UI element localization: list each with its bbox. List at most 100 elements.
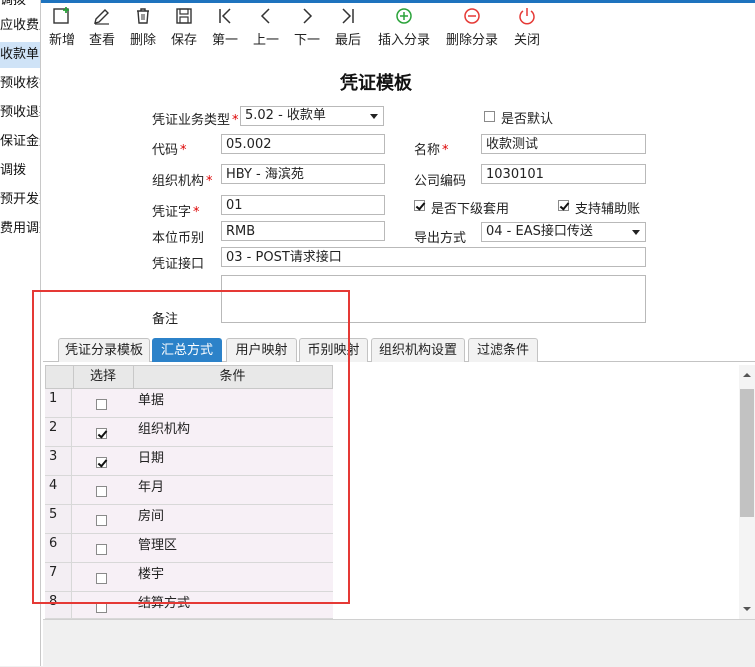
row-number: 5 — [45, 505, 72, 533]
business-type-select[interactable]: 5.02 - 收款单 — [240, 106, 384, 126]
row-number: 2 — [45, 418, 72, 446]
tab-currency-mapping[interactable]: 币别映射 — [299, 338, 368, 362]
remark-textarea[interactable] — [221, 275, 646, 323]
row-number: 3 — [45, 447, 72, 475]
trash-icon — [137, 8, 149, 24]
aux-account-checkbox[interactable] — [558, 200, 569, 211]
is-default-label: 是否默认 — [501, 112, 554, 127]
select-cell — [72, 476, 133, 504]
next-icon — [303, 8, 313, 24]
tab-user-mapping[interactable]: 用户映射 — [226, 338, 297, 362]
top-accent-bar — [41, 0, 755, 3]
table-row[interactable]: 4 年月 — [45, 476, 333, 505]
insert-entry-button[interactable]: 插入分录 — [376, 6, 432, 50]
company-code-field[interactable]: 1030101 — [481, 164, 646, 184]
condition-cell: 年月 — [132, 476, 333, 504]
condition-cell: 组织机构 — [132, 418, 333, 446]
row-number: 8 — [45, 592, 72, 618]
condition-cell: 楼宇 — [132, 563, 333, 591]
delete-entry-button[interactable]: 删除分录 — [444, 6, 500, 50]
remark-label: 备注 — [152, 312, 179, 327]
left-nav-item-transfer[interactable]: 调拨 — [0, 158, 26, 184]
table-row[interactable]: 7 楼宇 — [45, 563, 333, 592]
tab-org-settings[interactable]: 组织机构设置 — [371, 338, 465, 362]
first-icon — [219, 8, 231, 24]
prev-icon — [260, 8, 270, 24]
table-row[interactable]: 6 管理区 — [45, 534, 333, 563]
left-nav-item-preinvoice[interactable]: 预开发票 — [0, 187, 40, 213]
voucher-word-label: 凭证字 * — [152, 205, 200, 220]
add-button[interactable]: 新增 — [47, 6, 77, 50]
condition-cell: 单据 — [132, 389, 333, 417]
minus-circle-icon — [464, 8, 480, 24]
table-row[interactable]: 1 单据 — [45, 389, 333, 418]
condition-cell: 管理区 — [132, 534, 333, 562]
scrollbar-thumb[interactable] — [740, 389, 754, 517]
company-code-label: 公司编码 — [414, 174, 467, 189]
export-method-select[interactable]: 04 - EAS接口传送 — [481, 222, 646, 242]
row-checkbox[interactable] — [96, 457, 107, 468]
left-nav-item-fees[interactable]: 应收费用 — [0, 13, 40, 39]
sub-apply-checkbox[interactable] — [414, 200, 425, 211]
row-checkbox[interactable] — [96, 399, 107, 410]
select-cell — [72, 418, 133, 446]
header-condition: 条件 — [219, 369, 246, 384]
header-select: 选择 — [73, 366, 134, 388]
is-default-checkbox[interactable] — [484, 111, 495, 122]
view-button[interactable]: 查看 — [88, 6, 116, 50]
name-field[interactable]: 收款测试 — [481, 134, 646, 154]
left-nav-item-receipt[interactable]: 收款单 — [0, 42, 40, 68]
select-cell — [72, 534, 133, 562]
row-checkbox[interactable] — [96, 573, 107, 584]
left-nav-item-prepay-refund[interactable]: 预收退款 — [0, 100, 40, 126]
last-button[interactable]: 最后 — [334, 6, 362, 50]
table-row[interactable]: 8 结算方式 — [45, 592, 333, 619]
row-checkbox[interactable] — [96, 486, 107, 497]
first-button[interactable]: 第一 — [211, 6, 239, 50]
export-method-label: 导出方式 — [414, 231, 467, 246]
next-button[interactable]: 下一 — [293, 6, 321, 50]
scroll-down-icon[interactable] — [739, 603, 755, 615]
select-cell — [72, 592, 133, 618]
prev-button[interactable]: 上一 — [252, 6, 280, 50]
save-button[interactable]: 保存 — [170, 6, 198, 50]
close-button[interactable]: 关闭 — [513, 6, 541, 50]
row-checkbox[interactable] — [96, 602, 107, 613]
code-field[interactable]: 05.002 — [221, 134, 385, 154]
tab-summary-method[interactable]: 汇总方式 — [152, 338, 222, 362]
left-nav-item-fee-adjust[interactable]: 费用调整 — [0, 216, 40, 242]
sub-apply-label: 是否下级套用 — [431, 202, 510, 217]
table-row[interactable]: 2 组织机构 — [45, 418, 333, 447]
left-nav-item-deposit-refund[interactable]: 保证金退 — [0, 129, 40, 155]
condition-cell: 结算方式 — [132, 592, 333, 618]
delete-button[interactable]: 删除 — [129, 6, 157, 50]
vertical-scrollbar[interactable] — [739, 365, 755, 619]
row-checkbox[interactable] — [96, 544, 107, 555]
row-checkbox[interactable] — [96, 428, 107, 439]
table-row[interactable]: 3 日期 — [45, 447, 333, 476]
row-checkbox[interactable] — [96, 515, 107, 526]
api-field[interactable]: 03 - POST请求接口 — [221, 247, 646, 267]
edit-icon — [94, 9, 109, 25]
name-label: 名称 * — [414, 143, 449, 158]
left-nav-item-prepay-writeoff[interactable]: 预收核销 — [0, 71, 40, 97]
left-nav-panel: 调拨 应收费用 收款单 预收核销 预收退款 保证金退 调拨 预开发票 费用调整 — [0, 0, 41, 666]
condition-cell: 日期 — [132, 447, 333, 475]
plus-circle-icon — [396, 8, 412, 24]
row-number: 1 — [45, 389, 72, 417]
currency-field[interactable]: RMB — [221, 221, 385, 241]
voucher-word-field[interactable]: 01 — [221, 195, 385, 215]
chevron-down-icon — [370, 114, 378, 119]
tab-filter-conditions[interactable]: 过滤条件 — [468, 338, 538, 362]
row-number: 4 — [45, 476, 72, 504]
tab-entry-template[interactable]: 凭证分录模板 — [58, 338, 150, 362]
table-row[interactable]: 5 房间 — [45, 505, 333, 534]
left-nav-item-partial[interactable]: 调拨 — [0, 0, 26, 14]
last-icon — [342, 8, 354, 24]
select-cell — [72, 447, 133, 475]
org-field[interactable]: HBY - 海滨苑 — [221, 164, 385, 184]
select-cell — [72, 389, 133, 417]
grid-header: 选择 条件 — [45, 365, 333, 389]
scroll-up-icon[interactable] — [739, 369, 755, 381]
power-icon — [519, 8, 535, 25]
